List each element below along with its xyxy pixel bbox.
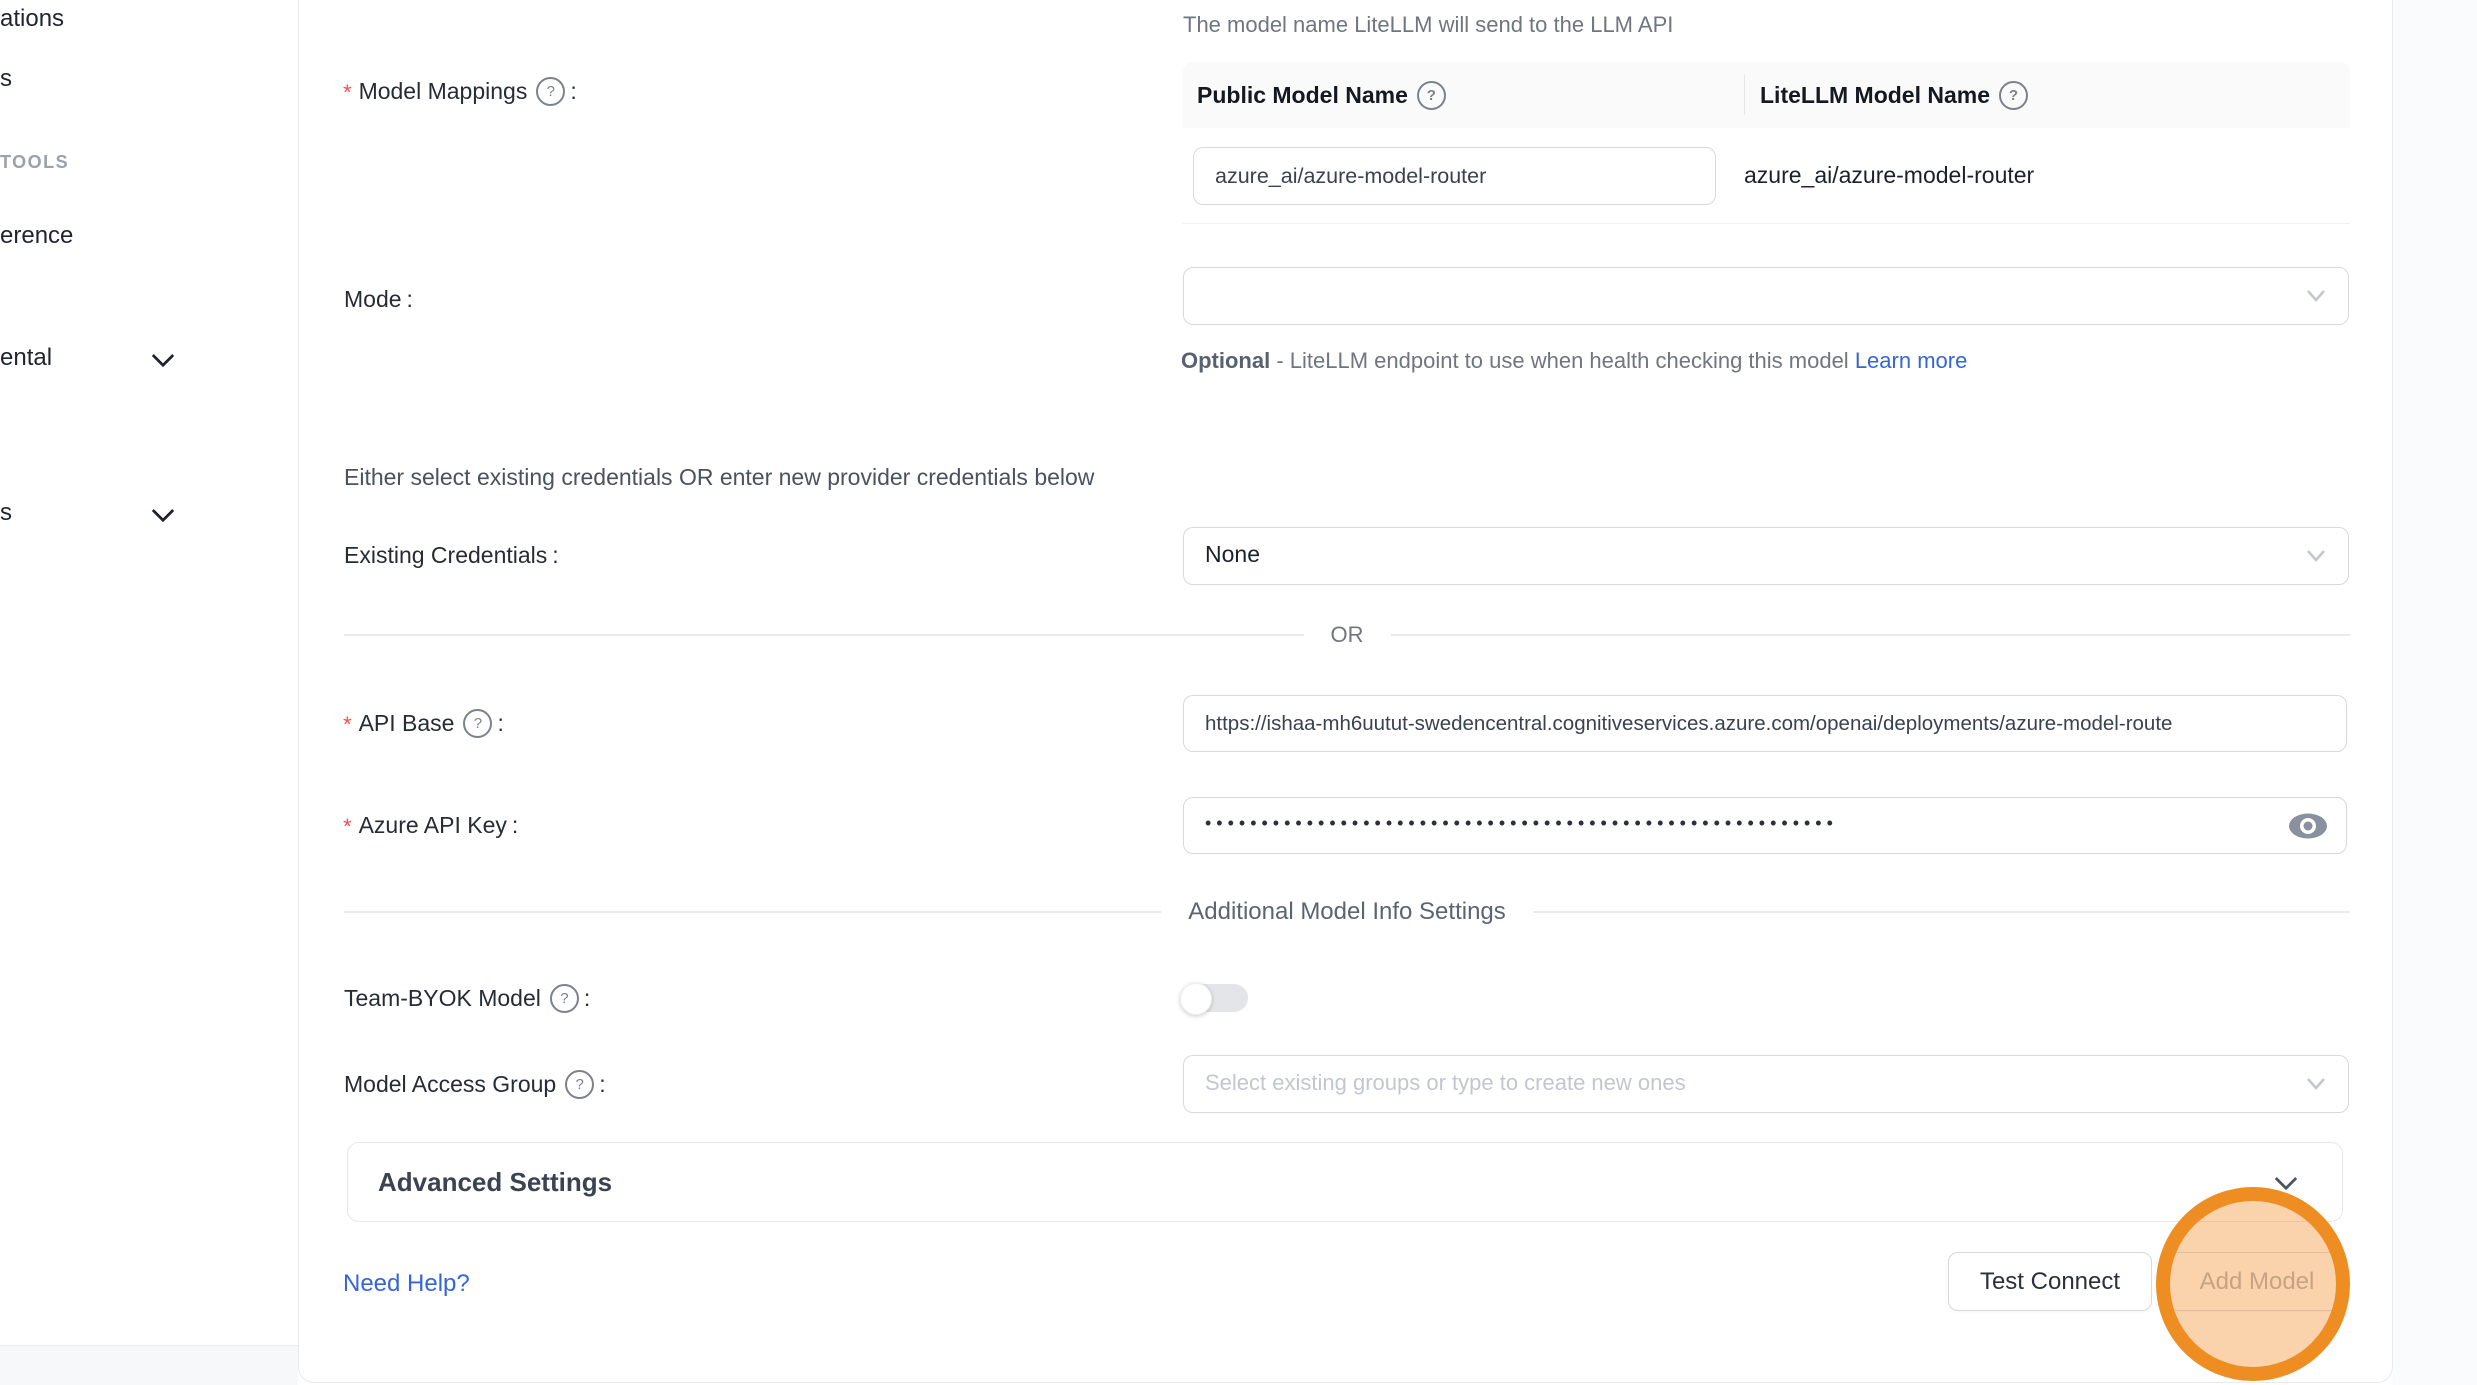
api-base-input[interactable]: https://ishaa-mh6uutut-swedencentral.cog… xyxy=(1183,695,2347,752)
advanced-settings-title: Advanced Settings xyxy=(378,1167,612,1198)
model-mappings-header: Public Model Name ? LiteLLM Model Name ? xyxy=(1183,62,2350,128)
add-model-page: ations s TOOLS erence ental s The model … xyxy=(0,0,2477,1385)
sidebar-section-tools: TOOLS xyxy=(0,147,69,177)
api-key-dots: ••••••••••••••••••••••••••••••••••••••••… xyxy=(1205,813,1838,834)
existing-credentials-select[interactable]: None xyxy=(1183,527,2349,585)
azure-api-key-input[interactable]: ••••••••••••••••••••••••••••••••••••••••… xyxy=(1183,797,2347,854)
sidebar-item-erence[interactable]: erence xyxy=(0,221,73,251)
sidebar-section-label: TOOLS xyxy=(0,152,69,173)
page-background-bottom xyxy=(0,1345,298,1385)
model-access-group-placeholder: Select existing groups or type to create… xyxy=(1205,1070,1686,1096)
eye-icon[interactable] xyxy=(2287,811,2329,841)
or-divider: OR xyxy=(344,622,2350,648)
mode-select[interactable] xyxy=(1183,267,2349,325)
model-access-group-select[interactable]: Select existing groups or type to create… xyxy=(1183,1055,2349,1113)
table-row-divider xyxy=(1183,223,2350,224)
team-byok-label: Team-BYOK Model ? : xyxy=(344,984,590,1013)
chevron-down-icon xyxy=(2275,1168,2298,1191)
test-connect-button[interactable]: Test Connect xyxy=(1948,1252,2152,1311)
page-background xyxy=(2393,0,2477,1385)
model-access-group-label: Model Access Group ? : xyxy=(344,1070,606,1099)
sidebar-item-label: s xyxy=(0,65,12,93)
add-model-button[interactable]: Add Model xyxy=(2167,1252,2347,1311)
credentials-note: Either select existing credentials OR en… xyxy=(344,464,1094,491)
help-icon[interactable]: ? xyxy=(463,709,492,738)
chevron-down-icon xyxy=(152,345,175,368)
api-base-label: * API Base ? : xyxy=(343,708,504,738)
sidebar-item-ental[interactable]: ental xyxy=(0,343,298,373)
sidebar-item-ations[interactable]: ations xyxy=(0,4,64,34)
help-icon[interactable]: ? xyxy=(565,1070,594,1099)
help-icon[interactable]: ? xyxy=(1417,81,1446,110)
chevron-down-icon xyxy=(2304,547,2328,565)
help-icon[interactable]: ? xyxy=(550,984,579,1013)
sidebar-item-s2[interactable]: s xyxy=(0,498,298,528)
litellm-model-name-header: LiteLLM Model Name ? xyxy=(1744,75,2350,115)
sidebar-item-label: ental xyxy=(0,344,52,372)
public-model-name-input[interactable]: azure_ai/azure-model-router xyxy=(1193,147,1716,205)
sidebar-item-s1[interactable]: s xyxy=(0,64,12,94)
public-model-name-header: Public Model Name ? xyxy=(1183,81,1744,110)
litellm-model-name-value: azure_ai/azure-model-router xyxy=(1744,162,2034,189)
help-icon[interactable]: ? xyxy=(536,77,565,106)
help-icon[interactable]: ? xyxy=(1999,81,2028,110)
learn-more-link[interactable]: Learn more xyxy=(1855,348,1968,373)
litellm-model-name-helper: The model name LiteLLM will send to the … xyxy=(1183,12,1673,38)
sidebar-item-label: ations xyxy=(0,5,64,33)
additional-settings-divider: Additional Model Info Settings xyxy=(344,898,2350,926)
mode-label: Mode : xyxy=(344,286,413,313)
azure-api-key-label: * Azure API Key : xyxy=(343,810,518,840)
chevron-down-icon xyxy=(2304,1075,2328,1093)
advanced-settings-panel[interactable]: Advanced Settings xyxy=(347,1142,2343,1222)
model-mappings-label: * Model Mappings ? : xyxy=(343,76,577,106)
mode-helper: Optional - LiteLLM endpoint to use when … xyxy=(1181,341,2011,381)
chevron-down-icon xyxy=(152,500,175,523)
need-help-link[interactable]: Need Help? xyxy=(343,1270,470,1298)
sidebar-item-label: erence xyxy=(0,222,73,250)
required-asterisk: * xyxy=(343,80,352,106)
sidebar-item-label: s xyxy=(0,499,12,527)
chevron-down-icon xyxy=(2304,287,2328,305)
toggle-knob xyxy=(1180,983,1212,1015)
existing-credentials-label: Existing Credentials : xyxy=(344,542,559,569)
required-asterisk: * xyxy=(343,814,352,840)
required-asterisk: * xyxy=(343,712,352,738)
